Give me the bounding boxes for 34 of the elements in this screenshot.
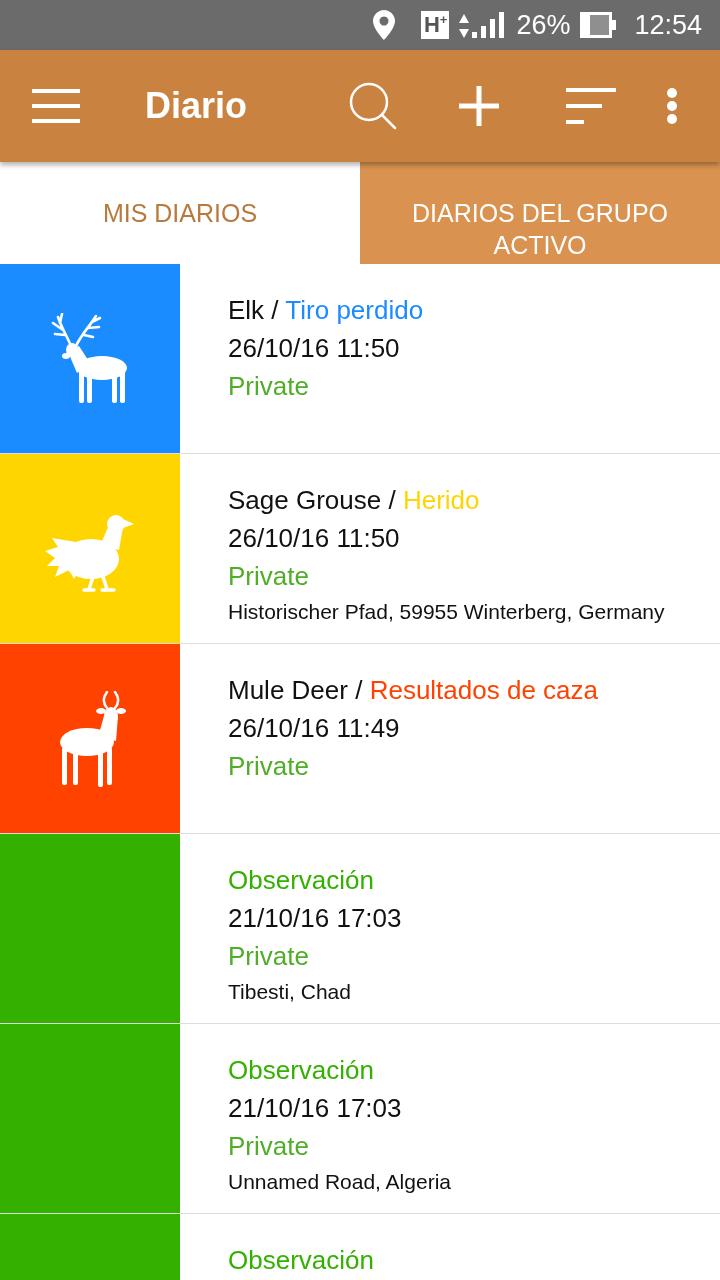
data-arrows-icon [459,14,470,38]
clock-time: 12:54 [634,8,702,42]
stag-icon [50,312,130,405]
visibility-label: Private [228,1130,310,1163]
menu-icon[interactable] [32,89,80,123]
location-text: Unnamed Road, Algeria [228,1169,451,1195]
entry-date: 26/10/16 11:50 [228,332,401,365]
entry-title: Observación [228,1054,375,1087]
entry-date: 26/10/16 11:49 [228,712,401,745]
visibility-label: Private [228,560,310,593]
more-options-icon[interactable] [666,88,678,124]
search-icon[interactable] [349,82,397,130]
visibility-label: Private [228,940,310,973]
location-text: Tibesti, Chad [228,979,352,1005]
battery-icon [580,12,617,38]
entry-title: Mule Deer / Resultados de caza [228,674,598,707]
location-text: Historischer Pfad, 59955 Winterberg, Germany [228,599,665,625]
tab[interactable]: DIARIOS DEL GRUPO ACTIVO [360,162,720,264]
entry-date: 26/10/16 11:50 [228,522,401,555]
add-icon[interactable] [459,86,499,126]
visibility-label: Private [228,370,310,403]
network-type: H$^{+}$ [420,11,450,39]
entry-date: 21/10/16 17:03 [228,1092,403,1125]
signal-icon [472,12,507,38]
entry-title: Elk / Tiro perdido [228,294,424,327]
entry-title: Observación [228,1244,374,1277]
sort-icon[interactable] [566,88,616,124]
app-title: Diario [145,84,248,128]
location-pin-icon [372,10,395,40]
visibility-label: Private [228,750,310,783]
entry-title: Sage Grouse / Herido [228,484,481,517]
entry-title: Observación [228,864,375,897]
entry-date: 21/10/16 17:03 [228,902,402,935]
battery-percentage: 26% [516,8,571,42]
